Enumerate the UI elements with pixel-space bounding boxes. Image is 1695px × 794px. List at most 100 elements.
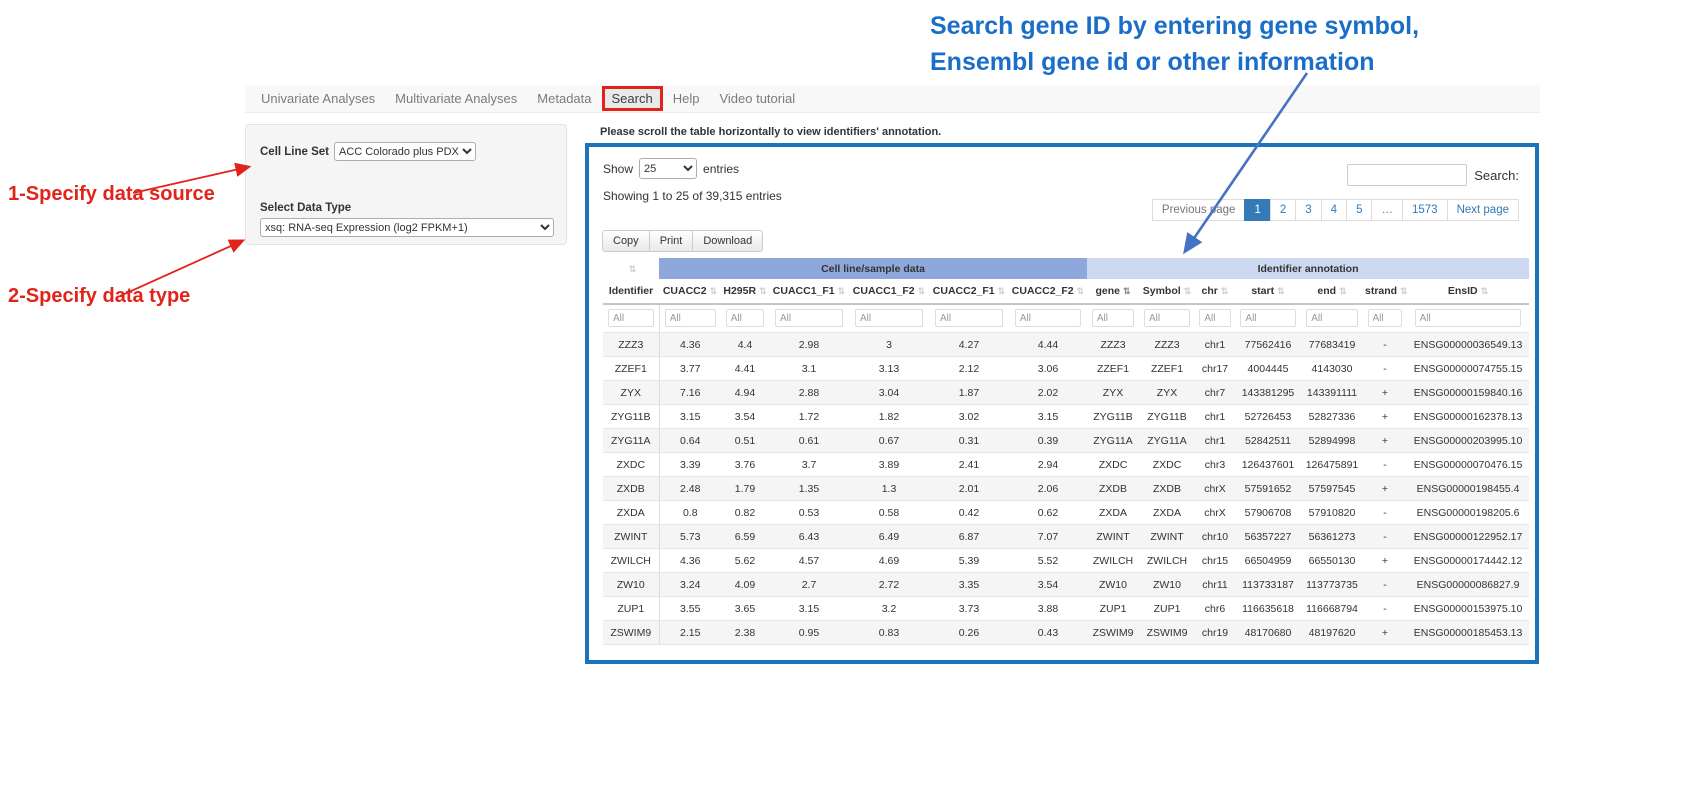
filter-input-gene[interactable] bbox=[1092, 309, 1134, 327]
table-cell: 77562416 bbox=[1235, 333, 1301, 357]
sort-icon[interactable]: ⇅ bbox=[1339, 286, 1347, 296]
table-cell: 66550130 bbox=[1301, 549, 1363, 573]
filter-input-h295r[interactable] bbox=[726, 309, 765, 327]
search-input[interactable] bbox=[1347, 164, 1467, 186]
table-row[interactable]: ZXDB2.481.791.351.32.012.06ZXDBZXDBchrX5… bbox=[603, 477, 1529, 501]
sort-icon[interactable]: ⇅ bbox=[1221, 286, 1229, 296]
nav-tab-univariate-analyses[interactable]: Univariate Analyses bbox=[251, 86, 385, 111]
column-header-ensid[interactable]: EnsID⇅ bbox=[1407, 279, 1529, 304]
column-header-gene[interactable]: gene⇅ bbox=[1087, 279, 1139, 304]
page-button-1[interactable]: 1 bbox=[1244, 199, 1270, 221]
nav-tab-metadata[interactable]: Metadata bbox=[527, 86, 601, 111]
filter-input-identifier[interactable] bbox=[608, 309, 654, 327]
table-cell: ZW10 bbox=[1139, 573, 1195, 597]
column-header-cuacc2[interactable]: CUACC2⇅ bbox=[659, 279, 721, 304]
column-header-strand[interactable]: strand⇅ bbox=[1363, 279, 1407, 304]
filter-input-cuacc2[interactable] bbox=[665, 309, 716, 327]
filter-input-symbol[interactable] bbox=[1144, 309, 1190, 327]
sort-icon[interactable]: ⇅ bbox=[1077, 286, 1085, 296]
table-row[interactable]: ZWILCH4.365.624.574.695.395.52ZWILCHZWIL… bbox=[603, 549, 1529, 573]
table-cell: 4.41 bbox=[721, 357, 769, 381]
column-header-end[interactable]: end⇅ bbox=[1301, 279, 1363, 304]
page-button-5[interactable]: 5 bbox=[1346, 199, 1372, 221]
copy-button[interactable]: Copy bbox=[602, 230, 650, 252]
table-row[interactable]: ZW103.244.092.72.723.353.54ZW10ZW10chr11… bbox=[603, 573, 1529, 597]
filter-input-cuacc1-f2[interactable] bbox=[855, 309, 923, 327]
page-button-1573[interactable]: 1573 bbox=[1402, 199, 1448, 221]
page-length-select[interactable]: 25 bbox=[639, 158, 697, 179]
table-row[interactable]: ZXDC3.393.763.73.892.412.94ZXDCZXDCchr31… bbox=[603, 453, 1529, 477]
table-cell: chrX bbox=[1195, 477, 1235, 501]
table-cell: 57906708 bbox=[1235, 501, 1301, 525]
page-button-2[interactable]: 2 bbox=[1270, 199, 1296, 221]
table-cell: ZZEF1 bbox=[603, 357, 659, 381]
table-cell: ENSG00000203995.10 bbox=[1407, 429, 1529, 453]
filter-input-cuacc2-f1[interactable] bbox=[935, 309, 1003, 327]
sort-icon[interactable]: ⇅ bbox=[759, 286, 767, 296]
table-row[interactable]: ZWINT5.736.596.436.496.877.07ZWINTZWINTc… bbox=[603, 525, 1529, 549]
table-row[interactable]: ZZZ34.364.42.9834.274.44ZZZ3ZZZ3chr17756… bbox=[603, 333, 1529, 357]
filter-input-ensid[interactable] bbox=[1415, 309, 1522, 327]
table-cell: 5.73 bbox=[659, 525, 721, 549]
column-header-cuacc2-f1[interactable]: CUACC2_F1⇅ bbox=[929, 279, 1009, 304]
sort-icon[interactable]: ⇅ bbox=[1481, 286, 1489, 296]
data-type-select[interactable]: xsq: RNA-seq Expression (log2 FPKM+1) bbox=[260, 218, 554, 237]
table-cell: 1.72 bbox=[769, 405, 849, 429]
table-cell: 48170680 bbox=[1235, 621, 1301, 645]
table-row[interactable]: ZXDA0.80.820.530.580.420.62ZXDAZXDAchrX5… bbox=[603, 501, 1529, 525]
table-cell: 3.39 bbox=[659, 453, 721, 477]
table-row[interactable]: ZYG11B3.153.541.721.823.023.15ZYG11BZYG1… bbox=[603, 405, 1529, 429]
cell-line-set-select[interactable]: ACC Colorado plus PDX bbox=[334, 142, 476, 161]
print-button[interactable]: Print bbox=[649, 230, 694, 252]
column-header-symbol[interactable]: Symbol⇅ bbox=[1139, 279, 1195, 304]
column-header-cuacc1-f1[interactable]: CUACC1_F1⇅ bbox=[769, 279, 849, 304]
filter-input-cuacc1-f1[interactable] bbox=[775, 309, 843, 327]
filter-input-cuacc2-f2[interactable] bbox=[1015, 309, 1081, 327]
sort-icon[interactable]: ⇅ bbox=[629, 264, 637, 274]
sort-icon[interactable]: ⇅ bbox=[838, 286, 846, 296]
table-cell: ZUP1 bbox=[603, 597, 659, 621]
download-button[interactable]: Download bbox=[692, 230, 763, 252]
next-page-button[interactable]: Next page bbox=[1447, 199, 1519, 221]
table-cell: 52842511 bbox=[1235, 429, 1301, 453]
previous-page-button[interactable]: Previous page bbox=[1152, 199, 1246, 221]
export-buttons: CopyPrintDownload bbox=[603, 230, 1521, 252]
column-header-chr[interactable]: chr⇅ bbox=[1195, 279, 1235, 304]
table-cell: chrX bbox=[1195, 501, 1235, 525]
filter-input-start[interactable] bbox=[1240, 309, 1295, 327]
table-row[interactable]: ZZEF13.774.413.13.132.123.06ZZEF1ZZEF1ch… bbox=[603, 357, 1529, 381]
table-cell: + bbox=[1363, 429, 1407, 453]
sort-icon[interactable]: ⇅ bbox=[1184, 286, 1192, 296]
sort-icon[interactable]: ⇅ bbox=[1400, 286, 1407, 296]
sort-icon[interactable]: ⇅ bbox=[1123, 286, 1131, 296]
table-row[interactable]: ZUP13.553.653.153.23.733.88ZUP1ZUP1chr61… bbox=[603, 597, 1529, 621]
page-button-3[interactable]: 3 bbox=[1295, 199, 1321, 221]
column-header-cuacc1-f2[interactable]: CUACC1_F2⇅ bbox=[849, 279, 929, 304]
nav-tab-multivariate-analyses[interactable]: Multivariate Analyses bbox=[385, 86, 527, 111]
column-header-start[interactable]: start⇅ bbox=[1235, 279, 1301, 304]
table-cell: 3.15 bbox=[1009, 405, 1087, 429]
table-cell: ZYX bbox=[1087, 381, 1139, 405]
sort-icon[interactable]: ⇅ bbox=[1277, 286, 1285, 296]
table-cell: 56361273 bbox=[1301, 525, 1363, 549]
filter-input-end[interactable] bbox=[1306, 309, 1358, 327]
table-cell: ZXDC bbox=[603, 453, 659, 477]
column-header-cuacc2-f2[interactable]: CUACC2_F2⇅ bbox=[1009, 279, 1087, 304]
nav-tab-search[interactable]: Search bbox=[602, 86, 663, 111]
table-row[interactable]: ZSWIM92.152.380.950.830.260.43ZSWIM9ZSWI… bbox=[603, 621, 1529, 645]
nav-tab-video-tutorial[interactable]: Video tutorial bbox=[709, 86, 805, 111]
sort-icon[interactable]: ⇅ bbox=[710, 286, 718, 296]
sort-icon[interactable]: ⇅ bbox=[918, 286, 926, 296]
table-row[interactable]: ZYX7.164.942.883.041.872.02ZYXZYXchr7143… bbox=[603, 381, 1529, 405]
table-cell: ZZEF1 bbox=[1087, 357, 1139, 381]
sort-icon[interactable]: ⇅ bbox=[998, 286, 1006, 296]
nav-tab-help[interactable]: Help bbox=[663, 86, 710, 111]
page-button-4[interactable]: 4 bbox=[1321, 199, 1347, 221]
table-cell: ENSG00000036549.13 bbox=[1407, 333, 1529, 357]
column-header-h295r[interactable]: H295R⇅ bbox=[721, 279, 769, 304]
filter-input-strand[interactable] bbox=[1368, 309, 1403, 327]
column-header-identifier[interactable]: Identifier bbox=[603, 279, 659, 304]
filter-input-chr[interactable] bbox=[1199, 309, 1230, 327]
filter-cell bbox=[1407, 304, 1529, 333]
table-row[interactable]: ZYG11A0.640.510.610.670.310.39ZYG11AZYG1… bbox=[603, 429, 1529, 453]
